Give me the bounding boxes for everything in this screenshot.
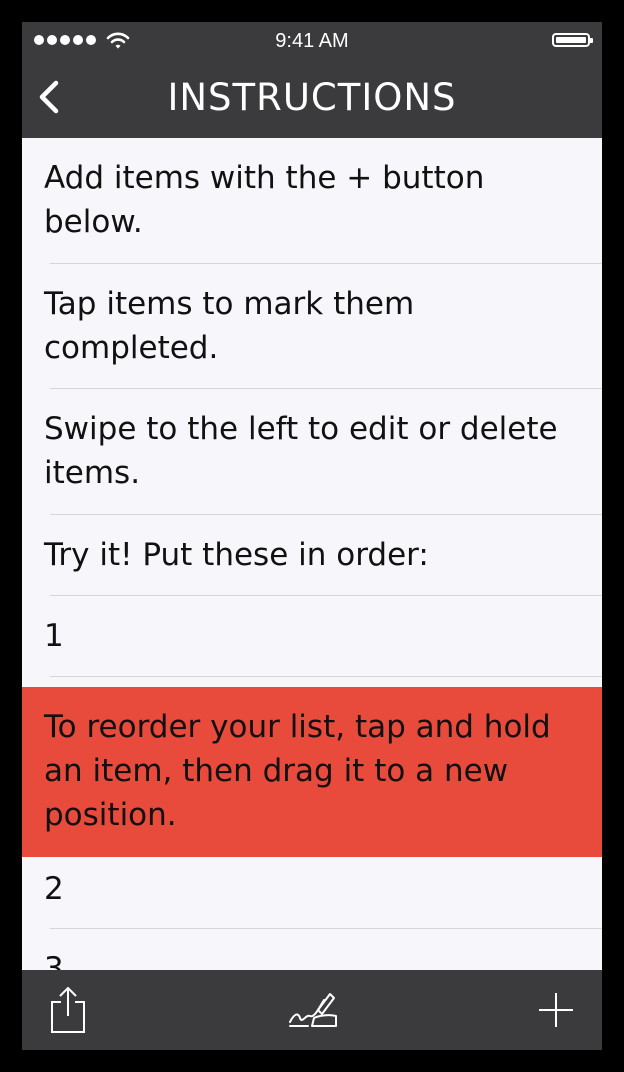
list-item[interactable]: 2 (22, 857, 602, 929)
share-button[interactable] (48, 984, 88, 1036)
list-item[interactable]: Try it! Put these in order: (22, 515, 602, 596)
list-item[interactable]: 3 (22, 929, 602, 970)
edit-button[interactable] (284, 988, 340, 1032)
page-title: INSTRUCTIONS (167, 76, 457, 119)
list-item-label: Try it! Put these in order: (44, 537, 429, 573)
battery-icon (552, 33, 593, 47)
list-item-label: Add items with the + button below. (44, 160, 485, 240)
list-item-highlighted[interactable]: To reorder your list, tap and hold an it… (22, 687, 602, 857)
list-item-label: To reorder your list, tap and hold an it… (44, 709, 551, 833)
list-item-label: 3 (44, 951, 64, 970)
status-time: 9:41 AM (275, 30, 349, 52)
list-item[interactable]: Tap items to mark them completed. (22, 264, 602, 389)
navigation-bar: INSTRUCTIONS (22, 62, 602, 138)
list-item[interactable]: 1 (22, 596, 602, 677)
header: 9:41 AM INSTRUCTIONS (22, 22, 602, 138)
list-item[interactable]: Add items with the + button below. (22, 138, 602, 264)
plus-icon (539, 993, 573, 1027)
list-item-label: 2 (44, 871, 64, 907)
share-icon (51, 986, 85, 1033)
status-bar: 9:41 AM (22, 22, 602, 62)
list-item-label: 1 (44, 618, 64, 654)
list-item-label: Swipe to the left to edit or delete item… (44, 411, 558, 491)
signature-pen-icon (289, 993, 337, 1027)
add-item-button[interactable] (536, 990, 576, 1030)
instruction-list: Add items with the + button below. Tap i… (22, 138, 602, 970)
bottom-toolbar (22, 970, 602, 1050)
app-screen: 9:41 AM INSTRUCTIONS Add items with the … (22, 22, 602, 1050)
list-item-label: Tap items to mark them completed. (44, 286, 415, 366)
list-item[interactable]: Swipe to the left to edit or delete item… (22, 389, 602, 515)
